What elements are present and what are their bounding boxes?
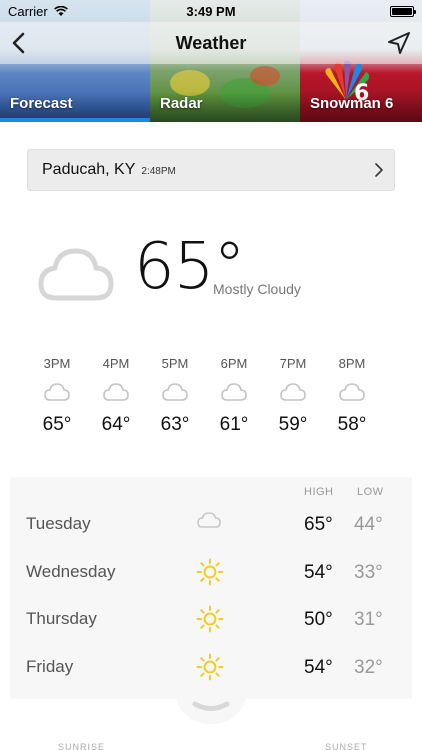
low-column-label: LOW [357, 486, 384, 498]
cloud-icon [221, 383, 247, 401]
tab-snowman[interactable]: Snowman 6 [300, 64, 422, 122]
sun-icon [196, 605, 224, 633]
tab-radar[interactable]: Radar [150, 64, 300, 122]
location-city: Paducah, KY [42, 161, 136, 178]
media-tabs: Forecast Radar Snowman 6 [0, 64, 422, 122]
hourly-item: 5PM 63° [160, 356, 190, 435]
cloud-icon [197, 512, 221, 528]
selected-tab-indicator [0, 118, 150, 122]
status-bar: Carrier 3:49 PM [0, 0, 422, 22]
hourly-item: 3PM 65° [42, 356, 72, 435]
location-selector[interactable]: Paducah, KY 2:48PM [27, 149, 395, 191]
hourly-item: 6PM 61° [219, 356, 249, 435]
daily-row: Wednesday 54° 33° [10, 548, 412, 594]
current-condition: Mostly Cloudy [213, 281, 301, 297]
page-title: Weather [175, 33, 247, 53]
cloud-icon [280, 383, 306, 401]
cloud-icon [162, 383, 188, 401]
daily-forecast: HIGH LOW Tuesday 65° 44° Wednesday 54° 3… [10, 477, 412, 699]
expand-handle[interactable] [175, 690, 247, 724]
wifi-icon [53, 5, 68, 16]
daily-row: Thursday 50° 31° [10, 595, 412, 641]
back-button[interactable] [6, 30, 30, 56]
sunset-label: SUNSET [325, 742, 368, 750]
sunrise-label: SUNRISE [58, 742, 106, 750]
high-column-label: HIGH [304, 486, 334, 498]
carrier-label: Carrier [8, 3, 48, 19]
chevron-left-icon [12, 32, 25, 54]
hourly-scroll-fade [380, 356, 422, 456]
chevron-right-icon [375, 163, 383, 177]
hourly-item: 7PM 59° [278, 356, 308, 435]
hourly-item: 8PM 58° [337, 356, 367, 435]
hourly-item: 4PM 64° [101, 356, 131, 435]
sun-icon [196, 653, 224, 681]
hourly-forecast: 3PM 65° 4PM 64° 5PM 63° 6PM 61° 7PM 59° … [30, 356, 422, 456]
location-button[interactable] [386, 30, 412, 56]
cloud-icon [339, 383, 365, 401]
cloud-icon [38, 248, 114, 301]
daily-row: Tuesday 65° 44° [10, 500, 412, 546]
sun-icon [196, 558, 224, 586]
cloud-icon [44, 383, 70, 401]
cloud-icon [103, 383, 129, 401]
daily-row: Friday 54° 32° [10, 643, 412, 689]
location-arrow-icon [388, 32, 410, 54]
chevron-down-icon [192, 701, 230, 711]
tab-forecast[interactable]: Forecast [0, 64, 150, 122]
location-updated-time: 2:48PM [141, 166, 176, 177]
battery-icon [390, 5, 416, 17]
